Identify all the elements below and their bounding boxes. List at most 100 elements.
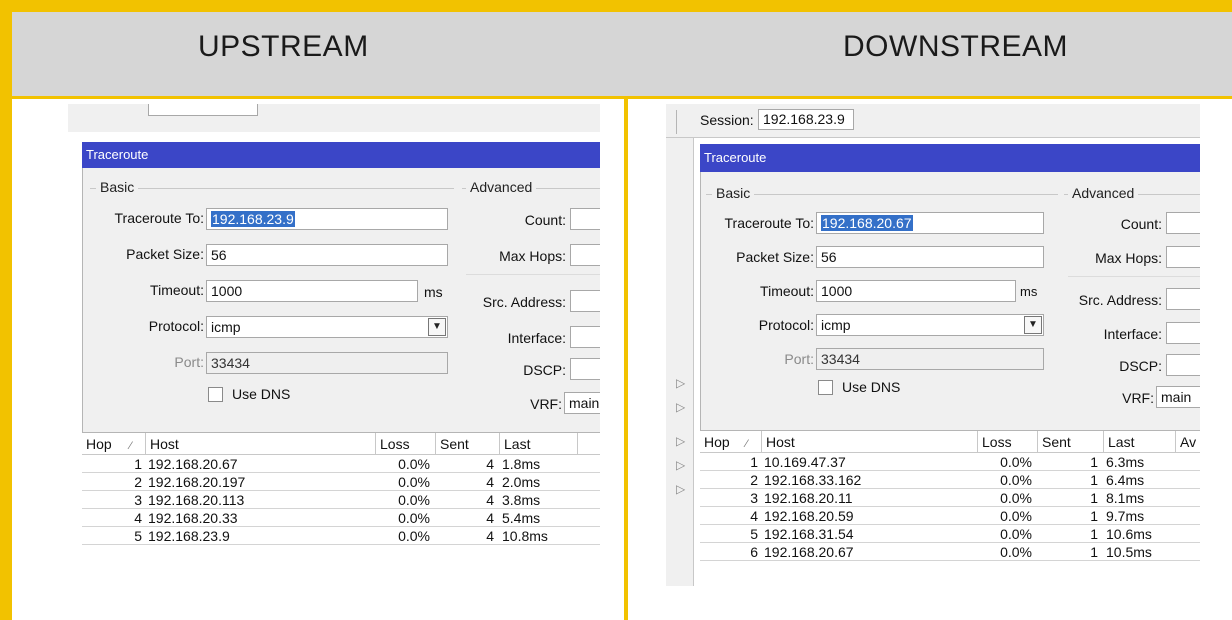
session-bar-edge: [676, 110, 677, 134]
host-cell: 192.168.33.162: [764, 472, 862, 488]
col-avg[interactable]: [578, 433, 600, 455]
chevron-down-icon[interactable]: ▼: [1024, 316, 1042, 334]
packet-size-input[interactable]: 56: [206, 244, 448, 266]
col-loss[interactable]: Loss: [978, 431, 1038, 453]
port-label: Port:: [784, 351, 814, 367]
col-hop[interactable]: Hop ⁄: [700, 431, 762, 453]
vrf-select[interactable]: main: [564, 392, 600, 414]
col-sent[interactable]: Sent: [1038, 431, 1104, 453]
col-host[interactable]: Host: [146, 433, 376, 455]
timeout-unit: ms: [424, 284, 443, 300]
col-host[interactable]: Host: [762, 431, 978, 453]
src-address-input[interactable]: [1166, 288, 1200, 310]
table-row[interactable]: 2 192.168.33.162 0.0% 1 6.4ms: [700, 472, 1200, 489]
chevron-down-icon[interactable]: ▼: [428, 318, 446, 336]
src-address-label: Src. Address:: [1078, 292, 1162, 308]
interface-input[interactable]: [1166, 322, 1200, 344]
timeout-input[interactable]: 1000: [816, 280, 1016, 302]
window-titlebar[interactable]: Traceroute: [82, 142, 600, 168]
loss-cell: 0.0%: [398, 474, 430, 490]
dscp-input[interactable]: [570, 358, 600, 380]
sent-cell: 4: [486, 474, 494, 490]
downstream-title: DOWNSTREAM: [843, 30, 1068, 63]
port-label: Port:: [174, 354, 204, 370]
advanced-group-label: Advanced: [466, 179, 537, 195]
comparison-header: UPSTREAM DOWNSTREAM: [12, 12, 1232, 96]
protocol-value: icmp: [821, 317, 851, 333]
host-cell: 192.168.20.67: [764, 544, 854, 560]
table-row[interactable]: 5 192.168.23.9 0.0% 4 10.8ms: [82, 528, 600, 545]
col-sent[interactable]: Sent: [436, 433, 500, 455]
advanced-separator: [1068, 276, 1200, 277]
sent-cell: 4: [486, 492, 494, 508]
loss-cell: 0.0%: [1000, 544, 1032, 560]
frame-top: [0, 0, 1232, 12]
max-hops-input[interactable]: [570, 244, 600, 266]
last-cell: 8.1ms: [1106, 490, 1145, 506]
traceroute-to-value: 192.168.23.9: [211, 211, 295, 227]
count-input[interactable]: [570, 208, 600, 230]
col-hop-label: Hop: [704, 434, 730, 450]
table-row[interactable]: 2 192.168.20.197 0.0% 4 2.0ms: [82, 474, 600, 491]
use-dns-checkbox[interactable]: [818, 380, 833, 395]
downstream-panel: Session: 192.168.23.9 ▷ ▷ ▷ ▷ ▷ Tracerou…: [666, 104, 1200, 586]
count-input[interactable]: [1166, 212, 1200, 234]
table-row[interactable]: 5 192.168.31.54 0.0% 1 10.6ms: [700, 526, 1200, 543]
timeout-input[interactable]: 1000: [206, 280, 418, 302]
packet-size-input[interactable]: 56: [816, 246, 1044, 268]
interface-label: Interface:: [1103, 326, 1162, 342]
traceroute-to-label: Traceroute To:: [724, 215, 815, 231]
col-loss[interactable]: Loss: [376, 433, 436, 455]
sent-cell: 1: [1090, 490, 1098, 506]
port-input: 33434: [816, 348, 1044, 370]
protocol-select[interactable]: icmp ▼: [816, 314, 1044, 336]
table-row[interactable]: 1 10.169.47.37 0.0% 1 6.3ms: [700, 454, 1200, 471]
hop-cell: 3: [134, 492, 142, 508]
vrf-label: VRF:: [530, 396, 562, 412]
window-titlebar[interactable]: Traceroute: [700, 144, 1200, 172]
host-cell: 192.168.23.9: [148, 528, 230, 544]
loss-cell: 0.0%: [1000, 472, 1032, 488]
basic-group-label: Basic: [96, 179, 139, 195]
interface-input[interactable]: [570, 326, 600, 348]
host-cell: 10.169.47.37: [764, 454, 846, 470]
protocol-select[interactable]: icmp ▼: [206, 316, 448, 338]
hop-cell: 2: [134, 474, 142, 490]
traceroute-to-input[interactable]: 192.168.23.9: [206, 208, 448, 230]
src-address-input[interactable]: [570, 290, 600, 312]
traceroute-to-input[interactable]: 192.168.20.67: [816, 212, 1044, 234]
hop-cell: 1: [750, 454, 758, 470]
sent-cell: 1: [1090, 508, 1098, 524]
table-row[interactable]: 6 192.168.20.67 0.0% 1 10.5ms: [700, 544, 1200, 561]
dscp-label: DSCP:: [523, 362, 566, 378]
col-avg[interactable]: Av: [1176, 431, 1200, 453]
row-marker-icon: ▷: [676, 482, 686, 496]
row-marker-icon: ▷: [676, 434, 686, 448]
sent-cell: 1: [1090, 544, 1098, 560]
col-last[interactable]: Last: [1104, 431, 1176, 453]
vrf-select[interactable]: main: [1156, 386, 1200, 408]
protocol-label: Protocol:: [148, 318, 204, 334]
session-label: Session:: [700, 112, 754, 128]
table-row[interactable]: 3 192.168.20.113 0.0% 4 3.8ms: [82, 492, 600, 509]
table-row[interactable]: 3 192.168.20.11 0.0% 1 8.1ms: [700, 490, 1200, 507]
loss-cell: 0.0%: [1000, 508, 1032, 524]
host-cell: 192.168.20.197: [148, 474, 246, 490]
col-hop[interactable]: Hop ⁄: [82, 433, 146, 455]
count-label: Count:: [524, 212, 566, 228]
frame-left: [0, 0, 12, 620]
use-dns-checkbox[interactable]: [208, 387, 223, 402]
max-hops-label: Max Hops:: [1095, 250, 1162, 266]
dscp-label: DSCP:: [1119, 358, 1162, 374]
col-last[interactable]: Last: [500, 433, 578, 455]
table-row[interactable]: 4 192.168.20.33 0.0% 4 5.4ms: [82, 510, 600, 527]
results-table: Hop ⁄ Host Loss Sent Last 1 192.168.20.67 0…: [82, 432, 600, 586]
packet-size-label: Packet Size:: [126, 246, 204, 262]
max-hops-input[interactable]: [1166, 246, 1200, 268]
dscp-input[interactable]: [1166, 354, 1200, 376]
table-row[interactable]: 1 192.168.20.67 0.0% 4 1.8ms: [82, 456, 600, 473]
session-input[interactable]: 192.168.23.9: [758, 109, 854, 130]
table-row[interactable]: 4 192.168.20.59 0.0% 1 9.7ms: [700, 508, 1200, 525]
last-cell: 10.8ms: [502, 528, 548, 544]
last-cell: 5.4ms: [502, 510, 541, 526]
